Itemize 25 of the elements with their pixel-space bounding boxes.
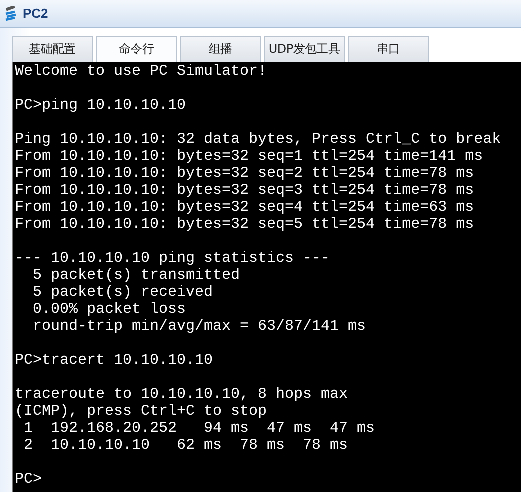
tab[interactable]: UDP发包工具 bbox=[264, 36, 345, 62]
tab[interactable]: 组播 bbox=[180, 36, 261, 62]
console-line: 0.00% packet loss bbox=[32, 301, 186, 318]
console-line: From 10.10.10.10: bytes=32 seq=4 ttl=254 time=63 ms bbox=[15, 199, 474, 216]
console-line: From 10.10.10.10: bytes=32 seq=1 ttl=254 time=141 ms bbox=[15, 148, 484, 165]
console-line: From 10.10.10.10: bytes=32 seq=2 ttl=254 time=78 ms bbox=[15, 165, 474, 182]
window-title: PC2 bbox=[23, 6, 48, 21]
console-line: From 10.10.10.10: bytes=32 seq=5 ttl=254 time=78 ms bbox=[15, 216, 474, 233]
console-line: 5 packet(s) received bbox=[32, 284, 214, 301]
console-line: 2 10.10.10.10 62 ms 78 ms 78 ms bbox=[23, 437, 348, 454]
console-line: PC> bbox=[15, 471, 42, 488]
tab[interactable]: 基础配置 bbox=[12, 36, 93, 62]
console-line: --- 10.10.10.10 ping statistics --- bbox=[15, 250, 330, 267]
tab[interactable]: 命令行 bbox=[96, 36, 177, 62]
console-line: Ping 10.10.10.10: 32 data bytes, Press Ctrl_C to break bbox=[15, 131, 502, 148]
console-line: PC>ping 10.10.10.10 bbox=[15, 97, 186, 114]
console-line: 1 192.168.20.252 94 ms 47 ms 47 ms bbox=[23, 420, 376, 437]
tab[interactable]: 串口 bbox=[348, 36, 429, 62]
console-line: PC>tracert 10.10.10.10 bbox=[15, 352, 214, 369]
console-line: 5 packet(s) transmitted bbox=[32, 267, 240, 284]
console-line: Welcome to use PC Simulator! bbox=[15, 63, 268, 80]
console-line: (ICMP), press Ctrl+C to stop bbox=[15, 403, 268, 420]
console-line: round-trip min/avg/max = 63/87/141 ms bbox=[32, 318, 366, 335]
console-line: From 10.10.10.10: bytes=32 seq=3 ttl=254 time=78 ms bbox=[15, 182, 474, 199]
console-line: traceroute to 10.10.10.10, 8 hops max bbox=[15, 386, 348, 403]
